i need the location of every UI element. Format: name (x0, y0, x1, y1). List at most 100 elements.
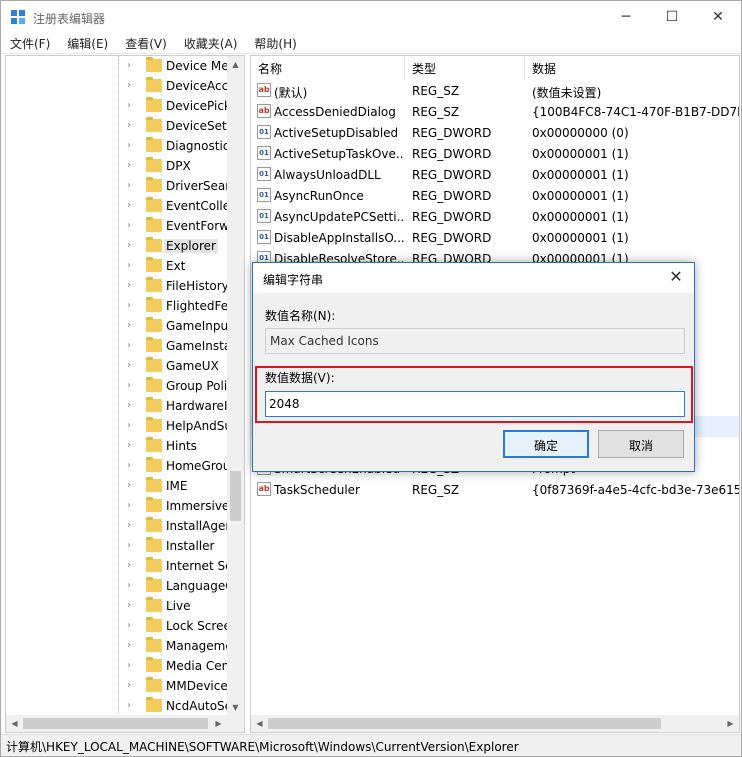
expand-chevron-icon[interactable]: › (127, 400, 137, 412)
tree-item[interactable]: › DeviceAcce (6, 76, 236, 96)
tree-item[interactable]: › Manageme (6, 636, 233, 656)
list-hscroll-thumb[interactable] (268, 718, 661, 729)
table-row[interactable]: 01 DisableAppInstallsO... REG_DWORD 0x00000… (251, 227, 739, 248)
expand-chevron-icon[interactable]: › (127, 140, 137, 152)
column-header-name[interactable]: 名称 (251, 56, 405, 80)
tree-hscroll-thumb[interactable] (23, 718, 208, 729)
scroll-right-arrow-icon[interactable]: ▶ (210, 715, 227, 732)
tree-item[interactable]: › Immersive (6, 496, 230, 516)
expand-chevron-icon[interactable]: › (127, 80, 137, 92)
expand-chevron-icon[interactable]: › (127, 100, 137, 112)
menu-help[interactable]: 帮助(H) (245, 33, 304, 53)
table-row[interactable]: ab AccessDeniedDialog REG_SZ {100B4FC8-74C1… (251, 101, 739, 122)
tree-item[interactable]: › Hints (6, 436, 230, 456)
expand-chevron-icon[interactable]: › (127, 600, 137, 612)
menu-view[interactable]: 查看(V) (116, 33, 175, 53)
maximize-button[interactable]: ☐ (649, 1, 695, 33)
expand-chevron-icon[interactable]: › (127, 340, 137, 352)
tree-item[interactable]: › DeviceSetu (6, 116, 234, 136)
scroll-left-arrow-icon[interactable]: ◀ (251, 715, 268, 732)
expand-chevron-icon[interactable]: › (127, 360, 137, 372)
tree-item[interactable]: › DriverSearc (6, 176, 237, 196)
tree-item[interactable]: › FlightedFea (6, 296, 235, 316)
expand-chevron-icon[interactable]: › (127, 280, 137, 292)
expand-chevron-icon[interactable]: › (127, 620, 137, 632)
tree-item[interactable]: › Lock Scree (6, 616, 231, 636)
table-row[interactable]: 01 AsyncRunOnce REG_DWORD 0x00000001 (1) (251, 185, 739, 206)
expand-chevron-icon[interactable]: › (127, 120, 137, 132)
column-header-type[interactable]: 类型 (405, 56, 525, 80)
tree-vertical-scrollbar[interactable]: ▲ ▼ (227, 56, 244, 716)
table-row[interactable]: 01 ActiveSetupTaskOve... REG_DWORD 0x000000… (251, 143, 739, 164)
cancel-button[interactable]: 取消 (598, 430, 684, 458)
tree-item[interactable]: › Live (6, 596, 230, 616)
tree-item[interactable]: › Media Cen (6, 656, 230, 676)
menu-favorites[interactable]: 收藏夹(A) (175, 33, 246, 53)
tree-item[interactable]: › LanguageC (6, 576, 234, 596)
expand-chevron-icon[interactable]: › (127, 220, 137, 232)
expand-chevron-icon[interactable]: › (127, 480, 137, 492)
dialog-title-bar[interactable]: 编辑字符串 ✕ (253, 263, 694, 293)
expand-chevron-icon[interactable]: › (127, 500, 137, 512)
ok-button[interactable]: 确定 (503, 430, 589, 458)
tree-item[interactable]: › HardwareIc (6, 396, 234, 416)
tree-item[interactable]: › FileHistory (6, 276, 230, 296)
table-row[interactable]: 01 AsyncUpdatePCSetti... REG_DWORD 0x000000… (251, 206, 739, 227)
tree-vscroll-thumb[interactable] (230, 471, 241, 521)
table-row[interactable]: 01 ActiveSetupDisabled REG_DWORD 0x00000000… (251, 122, 739, 143)
tree-item[interactable]: › NcdAutoSe (6, 696, 232, 716)
tree-item[interactable]: › Device Met (6, 56, 233, 76)
expand-chevron-icon[interactable]: › (127, 580, 137, 592)
tree-item[interactable]: › HomeGrou (6, 456, 230, 476)
tree-item[interactable]: › Internet Se (6, 556, 232, 576)
tree-item[interactable]: › InstallAgen (6, 516, 233, 536)
value-data-input[interactable]: 2048 (265, 391, 685, 417)
title-bar[interactable]: 注册表编辑器 ─ ☐ ✕ (1, 1, 741, 33)
expand-chevron-icon[interactable]: › (127, 240, 137, 252)
tree-item[interactable]: › MMDevices (6, 676, 234, 696)
tree-item[interactable]: › Explorer (6, 236, 230, 256)
expand-chevron-icon[interactable]: › (127, 200, 137, 212)
tree-item[interactable]: › EventCollec (6, 196, 237, 216)
expand-chevron-icon[interactable]: › (127, 180, 137, 192)
expand-chevron-icon[interactable]: › (127, 700, 137, 712)
scroll-left-arrow-icon[interactable]: ◀ (6, 715, 23, 732)
expand-chevron-icon[interactable]: › (127, 520, 137, 532)
table-row[interactable]: ab TaskScheduler REG_SZ {0f87369f-a4e5-4cfc… (251, 479, 739, 500)
dialog-close-icon[interactable]: ✕ (666, 267, 686, 286)
expand-chevron-icon[interactable]: › (127, 320, 137, 332)
table-row[interactable]: 01 AlwaysUnloadDLL REG_DWORD 0x00000001 (1) (251, 164, 739, 185)
scroll-right-arrow-icon[interactable]: ▶ (722, 715, 739, 732)
column-header-data[interactable]: 数据 (525, 56, 739, 80)
expand-chevron-icon[interactable]: › (127, 660, 137, 672)
expand-chevron-icon[interactable]: › (127, 160, 137, 172)
scroll-down-arrow-icon[interactable]: ▼ (227, 699, 244, 716)
tree-item[interactable]: › Ext (6, 256, 230, 276)
expand-chevron-icon[interactable]: › (127, 440, 137, 452)
scroll-up-arrow-icon[interactable]: ▲ (227, 56, 244, 73)
list-horizontal-scrollbar[interactable]: ◀ ▶ (251, 715, 739, 732)
expand-chevron-icon[interactable]: › (127, 300, 137, 312)
expand-chevron-icon[interactable]: › (127, 460, 137, 472)
tree-item[interactable]: › GameUX (6, 356, 230, 376)
close-button[interactable]: ✕ (695, 1, 741, 33)
tree-item[interactable]: › DevicePicke (6, 96, 238, 116)
expand-chevron-icon[interactable]: › (127, 680, 137, 692)
tree-item[interactable]: › Group Polic (6, 376, 234, 396)
expand-chevron-icon[interactable]: › (127, 60, 137, 72)
tree-item[interactable]: › GameInput (6, 316, 233, 336)
expand-chevron-icon[interactable]: › (127, 640, 137, 652)
tree-horizontal-scrollbar[interactable]: ◀ ▶ (6, 715, 244, 732)
tree-item[interactable]: › IME (6, 476, 230, 496)
tree-item[interactable]: › EventForwa (6, 216, 236, 236)
expand-chevron-icon[interactable]: › (127, 540, 137, 552)
expand-chevron-icon[interactable]: › (127, 380, 137, 392)
menu-edit[interactable]: 编辑(E) (58, 33, 116, 53)
tree-item[interactable]: › HelpAndSu (6, 416, 232, 436)
tree-item[interactable]: › Installer (6, 536, 230, 556)
tree-item[interactable]: › DPX (6, 156, 230, 176)
table-row[interactable]: ab (默认) REG_SZ (数值未设置) (251, 80, 739, 101)
menu-file[interactable]: 文件(F) (1, 33, 58, 53)
tree-item[interactable]: › GameInstal (6, 336, 235, 356)
expand-chevron-icon[interactable]: › (127, 560, 137, 572)
